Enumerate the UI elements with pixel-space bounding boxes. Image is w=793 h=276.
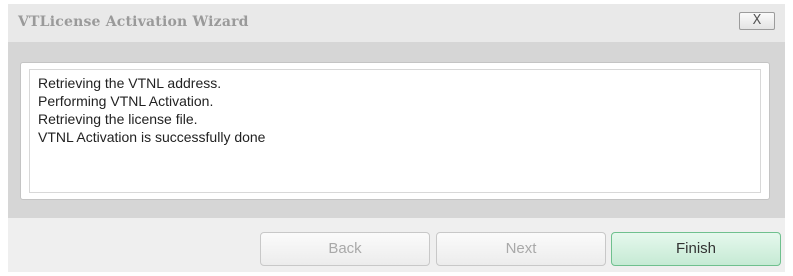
- log-line: VTNL Activation is successfully done: [38, 129, 266, 145]
- back-button[interactable]: Back: [260, 232, 430, 266]
- close-button[interactable]: X: [739, 12, 775, 30]
- log-line: Retrieving the VTNL address.: [38, 75, 222, 91]
- window-title: VTLicense Activation Wizard: [18, 14, 249, 30]
- activation-wizard-dialog: VTLicense Activation Wizard X Retrieving…: [8, 4, 785, 272]
- button-bar: Back Next Finish: [8, 218, 785, 272]
- log-panel: Retrieving the VTNL address. Performing …: [20, 62, 770, 200]
- log-line: Retrieving the license file.: [38, 111, 198, 127]
- close-icon: X: [752, 13, 762, 28]
- finish-button[interactable]: Finish: [611, 232, 781, 266]
- next-button[interactable]: Next: [436, 232, 606, 266]
- title-bar: VTLicense Activation Wizard X: [8, 4, 785, 42]
- log-textbox[interactable]: Retrieving the VTNL address. Performing …: [29, 69, 761, 193]
- log-lines: Retrieving the VTNL address. Performing …: [38, 74, 265, 146]
- log-line: Performing VTNL Activation.: [38, 93, 214, 109]
- content-area: Retrieving the VTNL address. Performing …: [8, 42, 785, 218]
